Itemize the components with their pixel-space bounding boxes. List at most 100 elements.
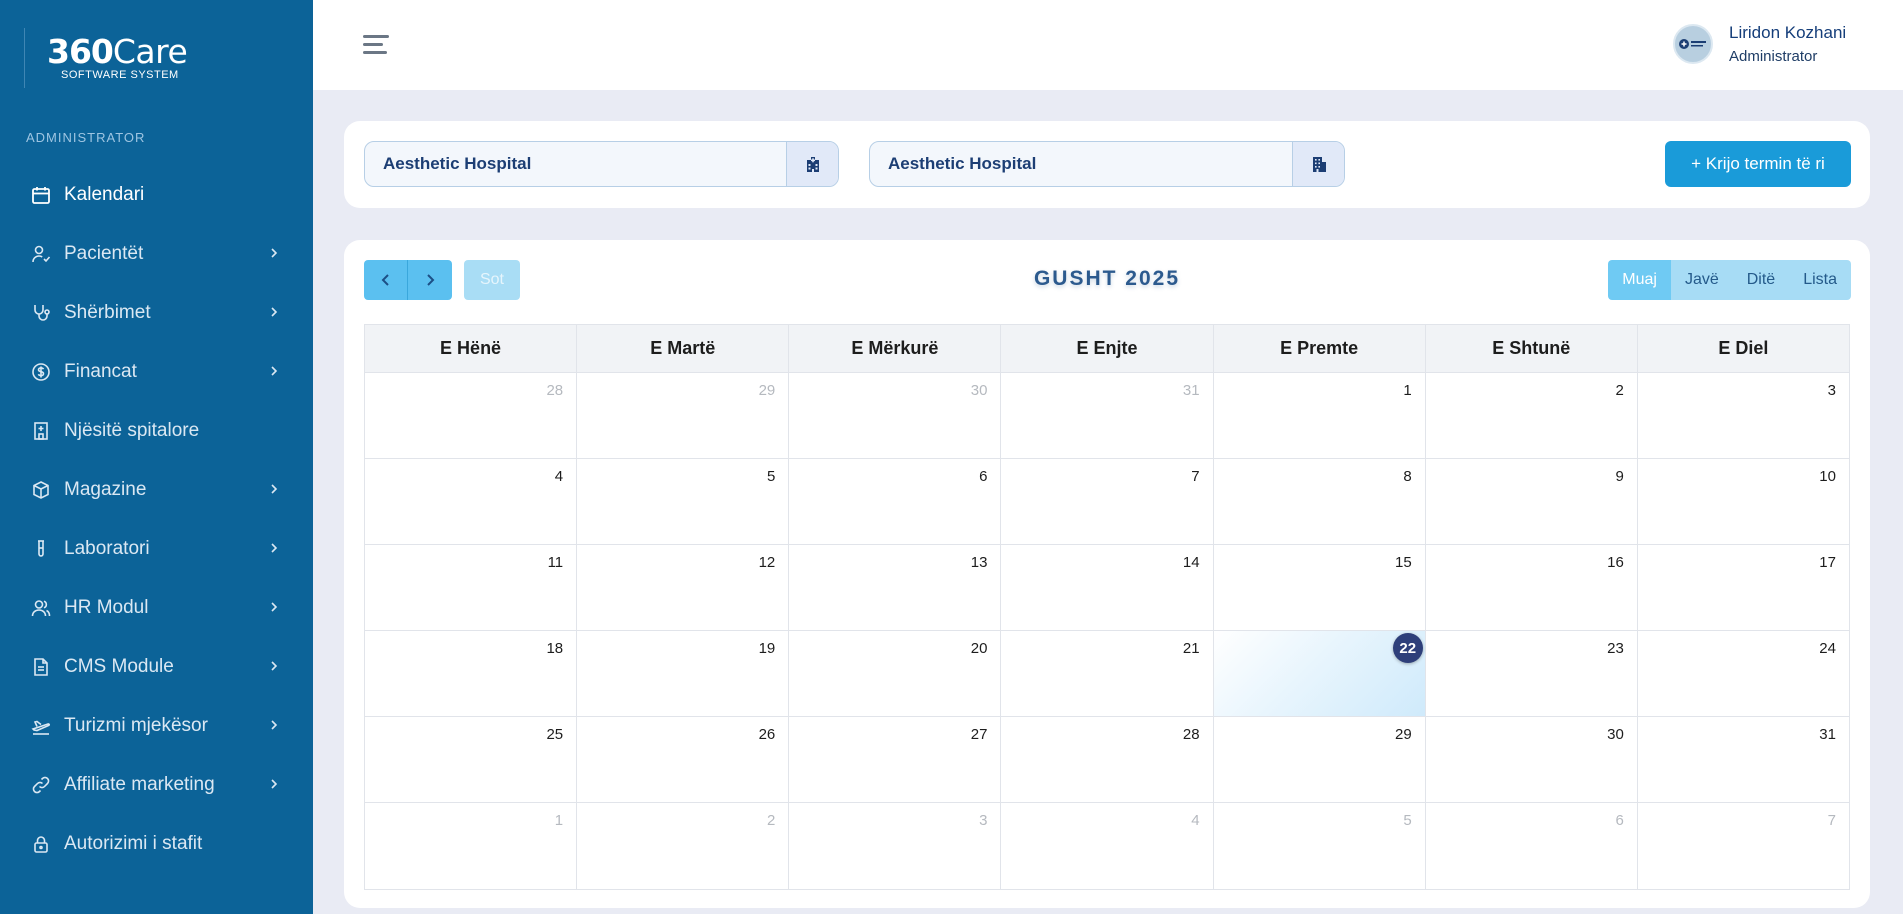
- day-cell[interactable]: 7: [1638, 803, 1849, 889]
- day-number[interactable]: 3: [979, 812, 987, 829]
- day-number[interactable]: 8: [1403, 468, 1411, 485]
- day-number[interactable]: 15: [1395, 554, 1412, 571]
- day-cell[interactable]: 4: [1001, 803, 1214, 889]
- day-cell[interactable]: 5: [1214, 803, 1426, 889]
- day-number[interactable]: 22: [1392, 633, 1423, 663]
- day-number[interactable]: 19: [759, 640, 776, 657]
- day-cell[interactable]: 26: [577, 717, 790, 802]
- day-cell[interactable]: 8: [1214, 459, 1426, 544]
- day-cell[interactable]: 6: [1426, 803, 1638, 889]
- day-number[interactable]: 2: [767, 812, 775, 829]
- day-number[interactable]: 5: [767, 468, 775, 485]
- day-cell[interactable]: 17: [1638, 545, 1849, 630]
- day-number[interactable]: 23: [1607, 640, 1624, 657]
- user-name[interactable]: Liridon Kozhani: [1729, 23, 1846, 43]
- day-number[interactable]: 13: [971, 554, 988, 571]
- day-number[interactable]: 17: [1819, 554, 1836, 571]
- day-number[interactable]: 9: [1616, 468, 1624, 485]
- day-cell[interactable]: 6: [789, 459, 1002, 544]
- day-cell[interactable]: 31: [1001, 373, 1214, 458]
- day-number[interactable]: 1: [555, 812, 563, 829]
- day-cell[interactable]: 29: [577, 373, 790, 458]
- sidebar-item-affiliate-marketing[interactable]: Affiliate marketing: [0, 755, 313, 814]
- day-cell[interactable]: 30: [1426, 717, 1638, 802]
- day-number[interactable]: 1: [1403, 382, 1411, 399]
- day-number[interactable]: 31: [1819, 726, 1836, 743]
- day-number[interactable]: 3: [1828, 382, 1836, 399]
- sidebar-item-financat[interactable]: Financat: [0, 342, 313, 401]
- day-number[interactable]: 10: [1819, 468, 1836, 485]
- day-number[interactable]: 7: [1191, 468, 1199, 485]
- day-number[interactable]: 29: [1395, 726, 1412, 743]
- day-cell[interactable]: 21: [1001, 631, 1214, 716]
- day-number[interactable]: 20: [971, 640, 988, 657]
- view-day-button[interactable]: Ditë: [1732, 260, 1790, 300]
- day-cell[interactable]: 28: [365, 373, 578, 458]
- day-number[interactable]: 21: [1183, 640, 1200, 657]
- day-number[interactable]: 30: [1607, 726, 1624, 743]
- menu-toggle-icon[interactable]: [363, 33, 391, 55]
- day-cell[interactable]: 3: [789, 803, 1002, 889]
- brand-logo[interactable]: 360Care SOFTWARE SYSTEM: [24, 28, 214, 88]
- sidebar-item-pacientet[interactable]: Pacientët: [0, 224, 313, 283]
- day-number[interactable]: 18: [546, 640, 563, 657]
- day-number[interactable]: 24: [1819, 640, 1836, 657]
- hospital-select-1[interactable]: Aesthetic Hospital: [364, 141, 839, 187]
- view-month-button[interactable]: Muaj: [1608, 260, 1671, 300]
- day-cell[interactable]: 3: [1638, 373, 1849, 458]
- sidebar-item-autorizimi-i-stafit[interactable]: Autorizimi i stafit: [0, 814, 313, 873]
- day-cell[interactable]: 12: [577, 545, 790, 630]
- day-cell[interactable]: 13: [789, 545, 1002, 630]
- day-number[interactable]: 30: [971, 382, 988, 399]
- day-cell[interactable]: 20: [789, 631, 1002, 716]
- day-cell[interactable]: 14: [1001, 545, 1214, 630]
- avatar[interactable]: [1673, 24, 1713, 64]
- day-number[interactable]: 28: [546, 382, 563, 399]
- day-number[interactable]: 16: [1607, 554, 1624, 571]
- day-number[interactable]: 14: [1183, 554, 1200, 571]
- day-cell[interactable]: 19: [577, 631, 790, 716]
- day-cell[interactable]: 4: [365, 459, 578, 544]
- day-cell[interactable]: 28: [1001, 717, 1214, 802]
- create-appointment-button[interactable]: + Krijo termin të ri: [1665, 141, 1851, 187]
- day-cell[interactable]: 9: [1426, 459, 1638, 544]
- sidebar-item-laboratori[interactable]: Laboratori: [0, 519, 313, 578]
- day-cell[interactable]: 1: [1214, 373, 1426, 458]
- day-number[interactable]: 7: [1828, 812, 1836, 829]
- day-number[interactable]: 2: [1616, 382, 1624, 399]
- day-number[interactable]: 27: [971, 726, 988, 743]
- sidebar-item-hr-modul[interactable]: HR Modul: [0, 578, 313, 637]
- day-number[interactable]: 4: [555, 468, 563, 485]
- sidebar-item-turizmi-mjekesor[interactable]: Turizmi mjekësor: [0, 696, 313, 755]
- day-cell[interactable]: 25: [365, 717, 578, 802]
- hospital-select-2[interactable]: Aesthetic Hospital: [869, 141, 1345, 187]
- day-cell[interactable]: 23: [1426, 631, 1638, 716]
- day-cell[interactable]: 15: [1214, 545, 1426, 630]
- day-cell[interactable]: 27: [789, 717, 1002, 802]
- day-number[interactable]: 12: [759, 554, 776, 571]
- day-cell[interactable]: 16: [1426, 545, 1638, 630]
- day-cell[interactable]: 29: [1214, 717, 1426, 802]
- view-list-button[interactable]: Lista: [1789, 260, 1851, 300]
- day-number[interactable]: 29: [759, 382, 776, 399]
- day-number[interactable]: 11: [548, 554, 564, 571]
- day-number[interactable]: 4: [1191, 812, 1199, 829]
- day-cell[interactable]: 7: [1001, 459, 1214, 544]
- day-cell[interactable]: 5: [577, 459, 790, 544]
- day-cell[interactable]: 1: [365, 803, 578, 889]
- sidebar-item-kalendari[interactable]: Kalendari: [0, 165, 313, 224]
- sidebar-item-sherbimet[interactable]: Shërbimet: [0, 283, 313, 342]
- sidebar-item-cms-module[interactable]: CMS Module: [0, 637, 313, 696]
- day-number[interactable]: 25: [546, 726, 563, 743]
- day-cell[interactable]: 2: [1426, 373, 1638, 458]
- day-cell[interactable]: 31: [1638, 717, 1849, 802]
- day-number[interactable]: 6: [1616, 812, 1624, 829]
- day-cell[interactable]: 24: [1638, 631, 1849, 716]
- day-number[interactable]: 6: [979, 468, 987, 485]
- day-number[interactable]: 28: [1183, 726, 1200, 743]
- sidebar-item-njesite-spitalore[interactable]: Njësitë spitalore: [0, 401, 313, 460]
- sidebar-item-magazine[interactable]: Magazine: [0, 460, 313, 519]
- day-number[interactable]: 31: [1183, 382, 1200, 399]
- day-cell[interactable]: 18: [365, 631, 578, 716]
- view-week-button[interactable]: Javë: [1670, 260, 1733, 300]
